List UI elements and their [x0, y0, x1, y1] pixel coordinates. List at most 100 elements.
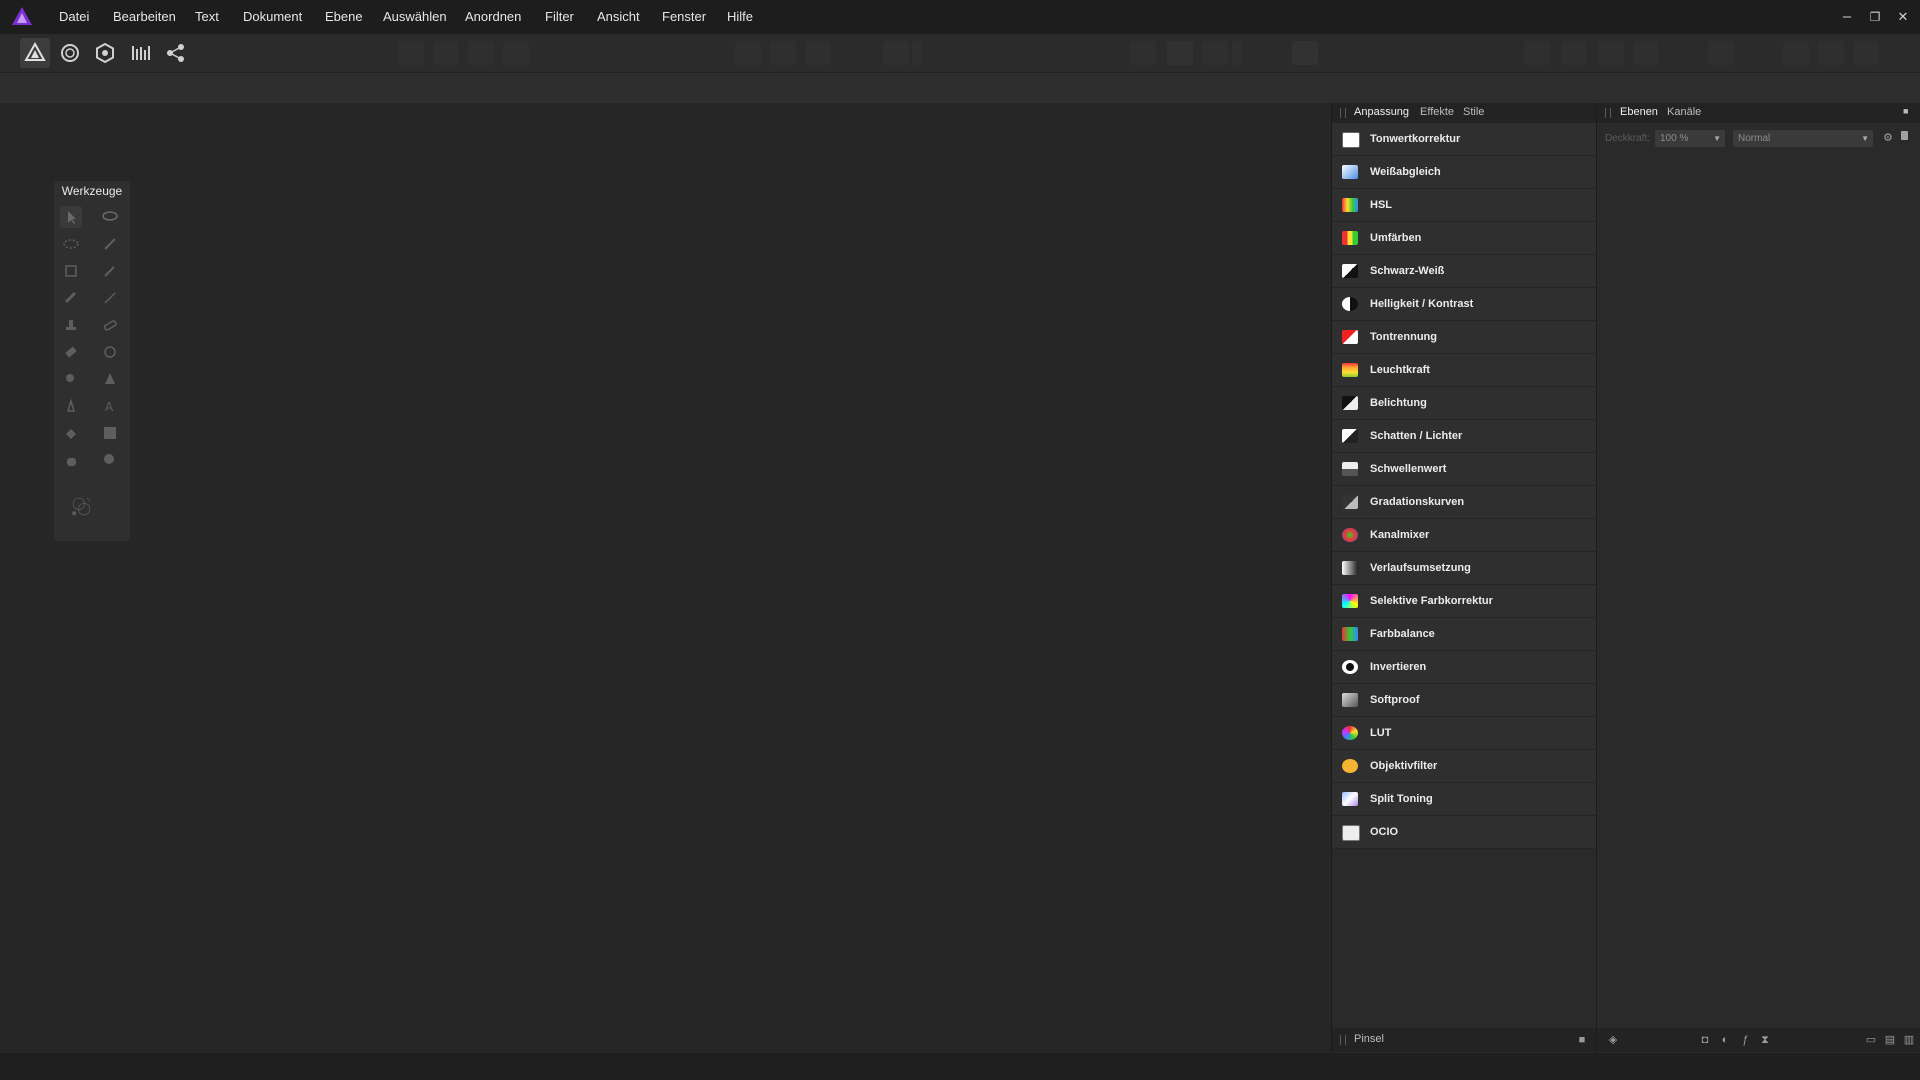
dodge-tool-icon[interactable] — [60, 368, 82, 390]
menu-text[interactable]: Text — [193, 0, 221, 34]
blend-mode-select[interactable]: Normal ▼ — [1733, 130, 1873, 147]
adjustment-item-14[interactable]: Verlaufsumsetzung — [1332, 552, 1596, 585]
menu-auswählen[interactable]: Auswählen — [381, 0, 449, 34]
pixel-tool-icon[interactable] — [99, 287, 121, 309]
add-mask-icon[interactable]: ◘ — [1699, 1034, 1711, 1046]
move-tool-icon[interactable] — [60, 206, 82, 228]
document-canvas[interactable] — [0, 103, 1330, 1053]
menu-hilfe[interactable]: Hilfe — [725, 0, 755, 34]
force-pixel-alignment-icon[interactable] — [1202, 41, 1228, 65]
adjustment-item-8[interactable]: Leuchtkraft — [1332, 354, 1596, 387]
sharpen-tool-icon[interactable] — [99, 368, 121, 390]
add-pixel-layer-icon[interactable]: ▤ — [1884, 1034, 1896, 1046]
auto-white-balance-icon[interactable] — [503, 41, 529, 65]
adjustment-item-11[interactable]: Schwellenwert — [1332, 453, 1596, 486]
order-backward-icon[interactable] — [1561, 41, 1587, 65]
selection-mode-new-icon[interactable] — [735, 41, 761, 65]
context-info-icon[interactable] — [1292, 41, 1318, 65]
restore-button[interactable]: ❐ — [1862, 4, 1888, 30]
fill-tool-icon[interactable] — [60, 422, 82, 444]
adjustment-item-21[interactable]: Split Toning — [1332, 783, 1596, 816]
eraser-tool-icon[interactable] — [60, 341, 82, 363]
selection-brush-tool-icon[interactable] — [99, 233, 121, 255]
delete-layer-icon[interactable]: ▥ — [1903, 1034, 1915, 1046]
selection-mode-add-icon[interactable] — [770, 41, 796, 65]
auto-colors-icon[interactable] — [468, 41, 494, 65]
freehand-selection-tool-icon[interactable] — [99, 206, 121, 228]
menu-bearbeiten[interactable]: Bearbeiten — [111, 0, 178, 34]
tab-anpassung[interactable]: Anpassung — [1354, 106, 1409, 118]
adjustment-item-2[interactable]: Weißabgleich — [1332, 156, 1596, 189]
add-adjustment-icon[interactable]: ◐ — [1719, 1034, 1731, 1046]
adjustment-item-7[interactable]: Tontrennung — [1332, 321, 1596, 354]
snapping-icon[interactable] — [1130, 41, 1156, 65]
align-icon[interactable] — [1708, 41, 1734, 65]
panel-grip-icon[interactable] — [1605, 108, 1611, 118]
tab-pinsel[interactable]: Pinsel — [1354, 1033, 1384, 1045]
red-eye-tool-icon[interactable] — [99, 341, 121, 363]
adjustment-item-22[interactable]: OCIO — [1332, 816, 1596, 849]
menu-datei[interactable]: Datei — [57, 0, 91, 34]
zoom-tool-icon[interactable] — [99, 449, 121, 471]
menu-fenster[interactable]: Fenster — [660, 0, 708, 34]
auto-levels-icon[interactable] — [398, 41, 424, 65]
panel-menu-icon[interactable]: ■ — [1576, 1034, 1588, 1046]
alignment-dropdown-icon[interactable] — [1232, 41, 1242, 65]
marquee-tool-icon[interactable] — [60, 233, 82, 255]
order-front-icon[interactable] — [1633, 41, 1659, 65]
adjustment-item-12[interactable]: Gradationskurven — [1332, 486, 1596, 519]
minimize-button[interactable]: – — [1834, 4, 1860, 30]
add-group-icon[interactable]: ▭ — [1865, 1034, 1877, 1046]
tone-mapping-persona-button[interactable] — [125, 38, 155, 68]
text-tool-icon[interactable]: A — [99, 395, 121, 417]
tab-stile[interactable]: Stile — [1463, 106, 1484, 118]
adjustment-item-15[interactable]: Selektive Farbkorrektur — [1332, 585, 1596, 618]
adjustment-item-18[interactable]: Softproof — [1332, 684, 1596, 717]
layer-effects-icon[interactable]: ⧗ — [1759, 1034, 1771, 1046]
adjustment-item-5[interactable]: Schwarz-Weiß — [1332, 255, 1596, 288]
order-back-icon[interactable] — [1524, 41, 1550, 65]
color-picker-tool-icon[interactable] — [99, 260, 121, 282]
lock-icon[interactable] — [1901, 131, 1908, 140]
rectangle-tool-icon[interactable] — [99, 422, 121, 444]
opacity-field[interactable]: 100 % ▼ — [1655, 130, 1725, 147]
menu-ansicht[interactable]: Ansicht — [595, 0, 642, 34]
adjustment-item-13[interactable]: Kanalmixer — [1332, 519, 1596, 552]
tab-ebenen[interactable]: Ebenen — [1620, 106, 1658, 118]
menu-anordnen[interactable]: Anordnen — [463, 0, 523, 34]
menu-dokument[interactable]: Dokument — [241, 0, 304, 34]
boolean-subtract-icon[interactable] — [1818, 41, 1844, 65]
photo-persona-button[interactable] — [20, 38, 50, 68]
develop-persona-button[interactable] — [90, 38, 120, 68]
healing-brush-tool-icon[interactable] — [99, 314, 121, 336]
paint-brush-tool-icon[interactable] — [60, 287, 82, 309]
adjustment-item-4[interactable]: Umfärben — [1332, 222, 1596, 255]
adjustment-item-16[interactable]: Farbbalance — [1332, 618, 1596, 651]
crop-tool-icon[interactable] — [60, 260, 82, 282]
layer-stack-icon[interactable]: ◈ — [1607, 1034, 1619, 1046]
panel-grip-icon[interactable] — [1340, 108, 1346, 118]
hand-tool-icon[interactable] — [60, 449, 82, 471]
adjustment-item-3[interactable]: HSL — [1332, 189, 1596, 222]
panel-menu-icon[interactable]: ■ — [1903, 106, 1908, 116]
tab-effekte[interactable]: Effekte — [1420, 106, 1454, 118]
quick-mask-dropdown-icon[interactable] — [912, 41, 922, 65]
adjustment-item-20[interactable]: Objektivfilter — [1332, 750, 1596, 783]
affinity-photo-logo-icon[interactable] — [10, 5, 34, 29]
boolean-intersect-icon[interactable] — [1853, 41, 1879, 65]
export-persona-button[interactable] — [160, 38, 190, 68]
adjustment-item-10[interactable]: Schatten / Lichter — [1332, 420, 1596, 453]
auto-contrast-icon[interactable] — [433, 41, 459, 65]
adjustment-item-9[interactable]: Belichtung — [1332, 387, 1596, 420]
add-live-filter-icon[interactable]: ƒ — [1739, 1034, 1751, 1046]
pen-tool-icon[interactable] — [60, 395, 82, 417]
boolean-add-icon[interactable] — [1783, 41, 1809, 65]
quick-mask-icon[interactable] — [883, 41, 909, 65]
adjustment-item-6[interactable]: Helligkeit / Kontrast — [1332, 288, 1596, 321]
adjustment-item-19[interactable]: LUT — [1332, 717, 1596, 750]
menu-filter[interactable]: Filter — [543, 0, 576, 34]
tab-kanaele[interactable]: Kanäle — [1667, 106, 1701, 118]
order-forward-icon[interactable] — [1598, 41, 1624, 65]
selection-mode-subtract-icon[interactable] — [805, 41, 831, 65]
close-button[interactable]: ✕ — [1890, 4, 1916, 30]
